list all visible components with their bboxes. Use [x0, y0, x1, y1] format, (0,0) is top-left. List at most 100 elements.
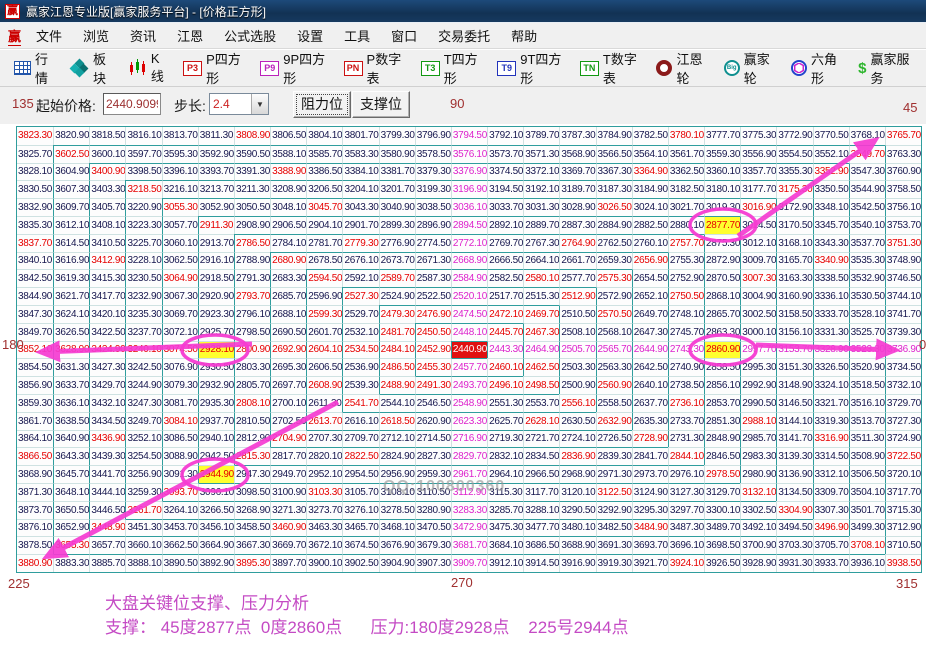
price-cell: 3624.10 — [53, 305, 89, 323]
menu-item-0[interactable]: 文件 — [29, 22, 69, 49]
toolbar-button-P四方形[interactable]: P3 P四方形 — [179, 46, 247, 90]
toolbar-button-T数字表[interactable]: TNT数字表 — [576, 46, 644, 90]
menu-item-6[interactable]: 工具 — [337, 22, 377, 49]
toolbar-button-行情[interactable]: 行情 — [10, 46, 58, 90]
price-cell: 3381.70 — [379, 163, 415, 181]
toolbar-button-赢家服务[interactable]: $赢家服务 — [854, 46, 917, 90]
price-cell: 3002.50 — [740, 305, 776, 323]
price-cell: 3564.10 — [632, 145, 668, 163]
price-cell: 3141.70 — [776, 430, 812, 448]
price-cell: 2748.10 — [668, 305, 704, 323]
price-cell: 3873.70 — [17, 501, 53, 519]
price-cell: 2822.50 — [342, 447, 378, 465]
price-cell: 2632.90 — [596, 412, 632, 430]
price-cell: 2880.10 — [668, 216, 704, 234]
price-cell: 2498.50 — [523, 376, 559, 394]
price-cell: 3326.50 — [813, 358, 849, 376]
price-cell: 3530.50 — [849, 287, 885, 305]
price-cell: 3540.10 — [849, 216, 885, 234]
price-cell: 3741.70 — [885, 305, 921, 323]
badge: P3 — [183, 61, 202, 76]
menu-item-2[interactable]: 资讯 — [123, 22, 163, 49]
price-cell: 3376.90 — [451, 163, 487, 181]
price-cell: 2539.30 — [342, 376, 378, 394]
toolbar-button-P数字表[interactable]: PNP数字表 — [340, 46, 408, 90]
price-cell: 3252.10 — [125, 430, 161, 448]
price-cell: 2856.10 — [704, 376, 740, 394]
badge: P9 — [260, 61, 279, 76]
toolbar-button-板块[interactable]: 板块 — [67, 46, 116, 90]
price-cell: 2661.70 — [559, 252, 595, 270]
price-cell: 3900.10 — [306, 554, 342, 572]
menu-item-3[interactable]: 江恩 — [170, 22, 210, 49]
price-cell: 2479.30 — [379, 305, 415, 323]
menu-item-7[interactable]: 窗口 — [384, 22, 424, 49]
toolbar-button-K线[interactable]: K线 — [125, 48, 170, 88]
price-cell: 3372.10 — [523, 163, 559, 181]
toolbar-button-江恩轮[interactable]: 江恩轮 — [652, 46, 710, 90]
toolbar-button-赢家轮[interactable]: Big赢家轮 — [720, 46, 778, 90]
start-price-input[interactable] — [103, 93, 161, 115]
price-cell: 2520.10 — [451, 287, 487, 305]
price-cell: 3288.10 — [523, 501, 559, 519]
price-cell: 2462.50 — [523, 358, 559, 376]
price-cell: 2491.30 — [415, 376, 451, 394]
toolbar-button-9P四方形[interactable]: P99P四方形 — [256, 46, 330, 90]
price-cell: 3698.50 — [704, 536, 740, 554]
price-cell: 3369.70 — [559, 163, 595, 181]
price-cell: 3410.50 — [89, 234, 125, 252]
price-cell: 3249.70 — [125, 412, 161, 430]
price-cell: 3204.10 — [342, 180, 378, 198]
price-cell: 3859.30 — [17, 394, 53, 412]
price-cell: 2798.50 — [234, 323, 270, 341]
price-cell: 3576.10 — [451, 145, 487, 163]
price-cell: 3518.50 — [849, 376, 885, 394]
support-button[interactable]: 支撑位 — [352, 91, 410, 118]
price-cell: 2779.30 — [342, 234, 378, 252]
price-cell: 3684.10 — [487, 536, 523, 554]
price-cell: 3751.30 — [885, 234, 921, 252]
price-cell: 3715.30 — [885, 501, 921, 519]
price-cell: 3705.70 — [813, 536, 849, 554]
price-cell: 2937.70 — [198, 412, 234, 430]
price-cell: 3792.10 — [487, 127, 523, 145]
price-cell: 2570.50 — [596, 305, 632, 323]
price-cell: 2618.50 — [379, 412, 415, 430]
price-cell: 3194.50 — [487, 180, 523, 198]
price-cell: 3261.70 — [125, 501, 161, 519]
toolbar-button-9T四方形[interactable]: T99T四方形 — [493, 46, 567, 90]
price-cell: 3446.50 — [89, 501, 125, 519]
menu-item-8[interactable]: 交易委托 — [431, 22, 497, 49]
price-cell: 3057.70 — [162, 216, 198, 234]
toolbar-label: P四方形 — [206, 49, 243, 87]
toolbar-button-T四方形[interactable]: T3T四方形 — [417, 46, 485, 90]
price-cell-resistance-225deg: 2944.90 — [198, 465, 234, 483]
step-combobox[interactable]: 2.4 ▼ — [209, 93, 269, 115]
menu-item-1[interactable]: 浏览 — [76, 22, 116, 49]
price-cell: 3619.30 — [53, 269, 89, 287]
price-cell: 3338.50 — [813, 269, 849, 287]
price-cell: 2637.70 — [632, 394, 668, 412]
price-cell: 2728.90 — [632, 430, 668, 448]
price-cell: 2772.10 — [451, 234, 487, 252]
price-cell: 3036.10 — [451, 198, 487, 216]
price-cell: 2911.30 — [198, 216, 234, 234]
price-cell: 2872.90 — [704, 252, 740, 270]
menu-item-4[interactable]: 公式选股 — [217, 22, 283, 49]
toolbar-button-六角形[interactable]: 六角形 — [787, 46, 845, 90]
price-cell: 3926.50 — [704, 554, 740, 572]
price-cell: 2599.30 — [306, 305, 342, 323]
blocks-icon — [71, 60, 89, 76]
price-cell: 3492.10 — [740, 519, 776, 537]
chevron-down-icon[interactable]: ▼ — [251, 94, 268, 114]
price-cell: 2894.50 — [451, 216, 487, 234]
price-cell: 3052.90 — [198, 198, 234, 216]
price-cell: 3724.90 — [885, 430, 921, 448]
price-cell: 2858.50 — [704, 358, 740, 376]
menu-item-5[interactable]: 设置 — [290, 22, 330, 49]
menu-item-9[interactable]: 帮助 — [504, 22, 544, 49]
price-cell: 2594.50 — [306, 269, 342, 287]
price-cell: 3045.70 — [306, 198, 342, 216]
price-cell: 3151.30 — [776, 358, 812, 376]
resistance-button[interactable]: 阻力位 — [293, 91, 351, 118]
